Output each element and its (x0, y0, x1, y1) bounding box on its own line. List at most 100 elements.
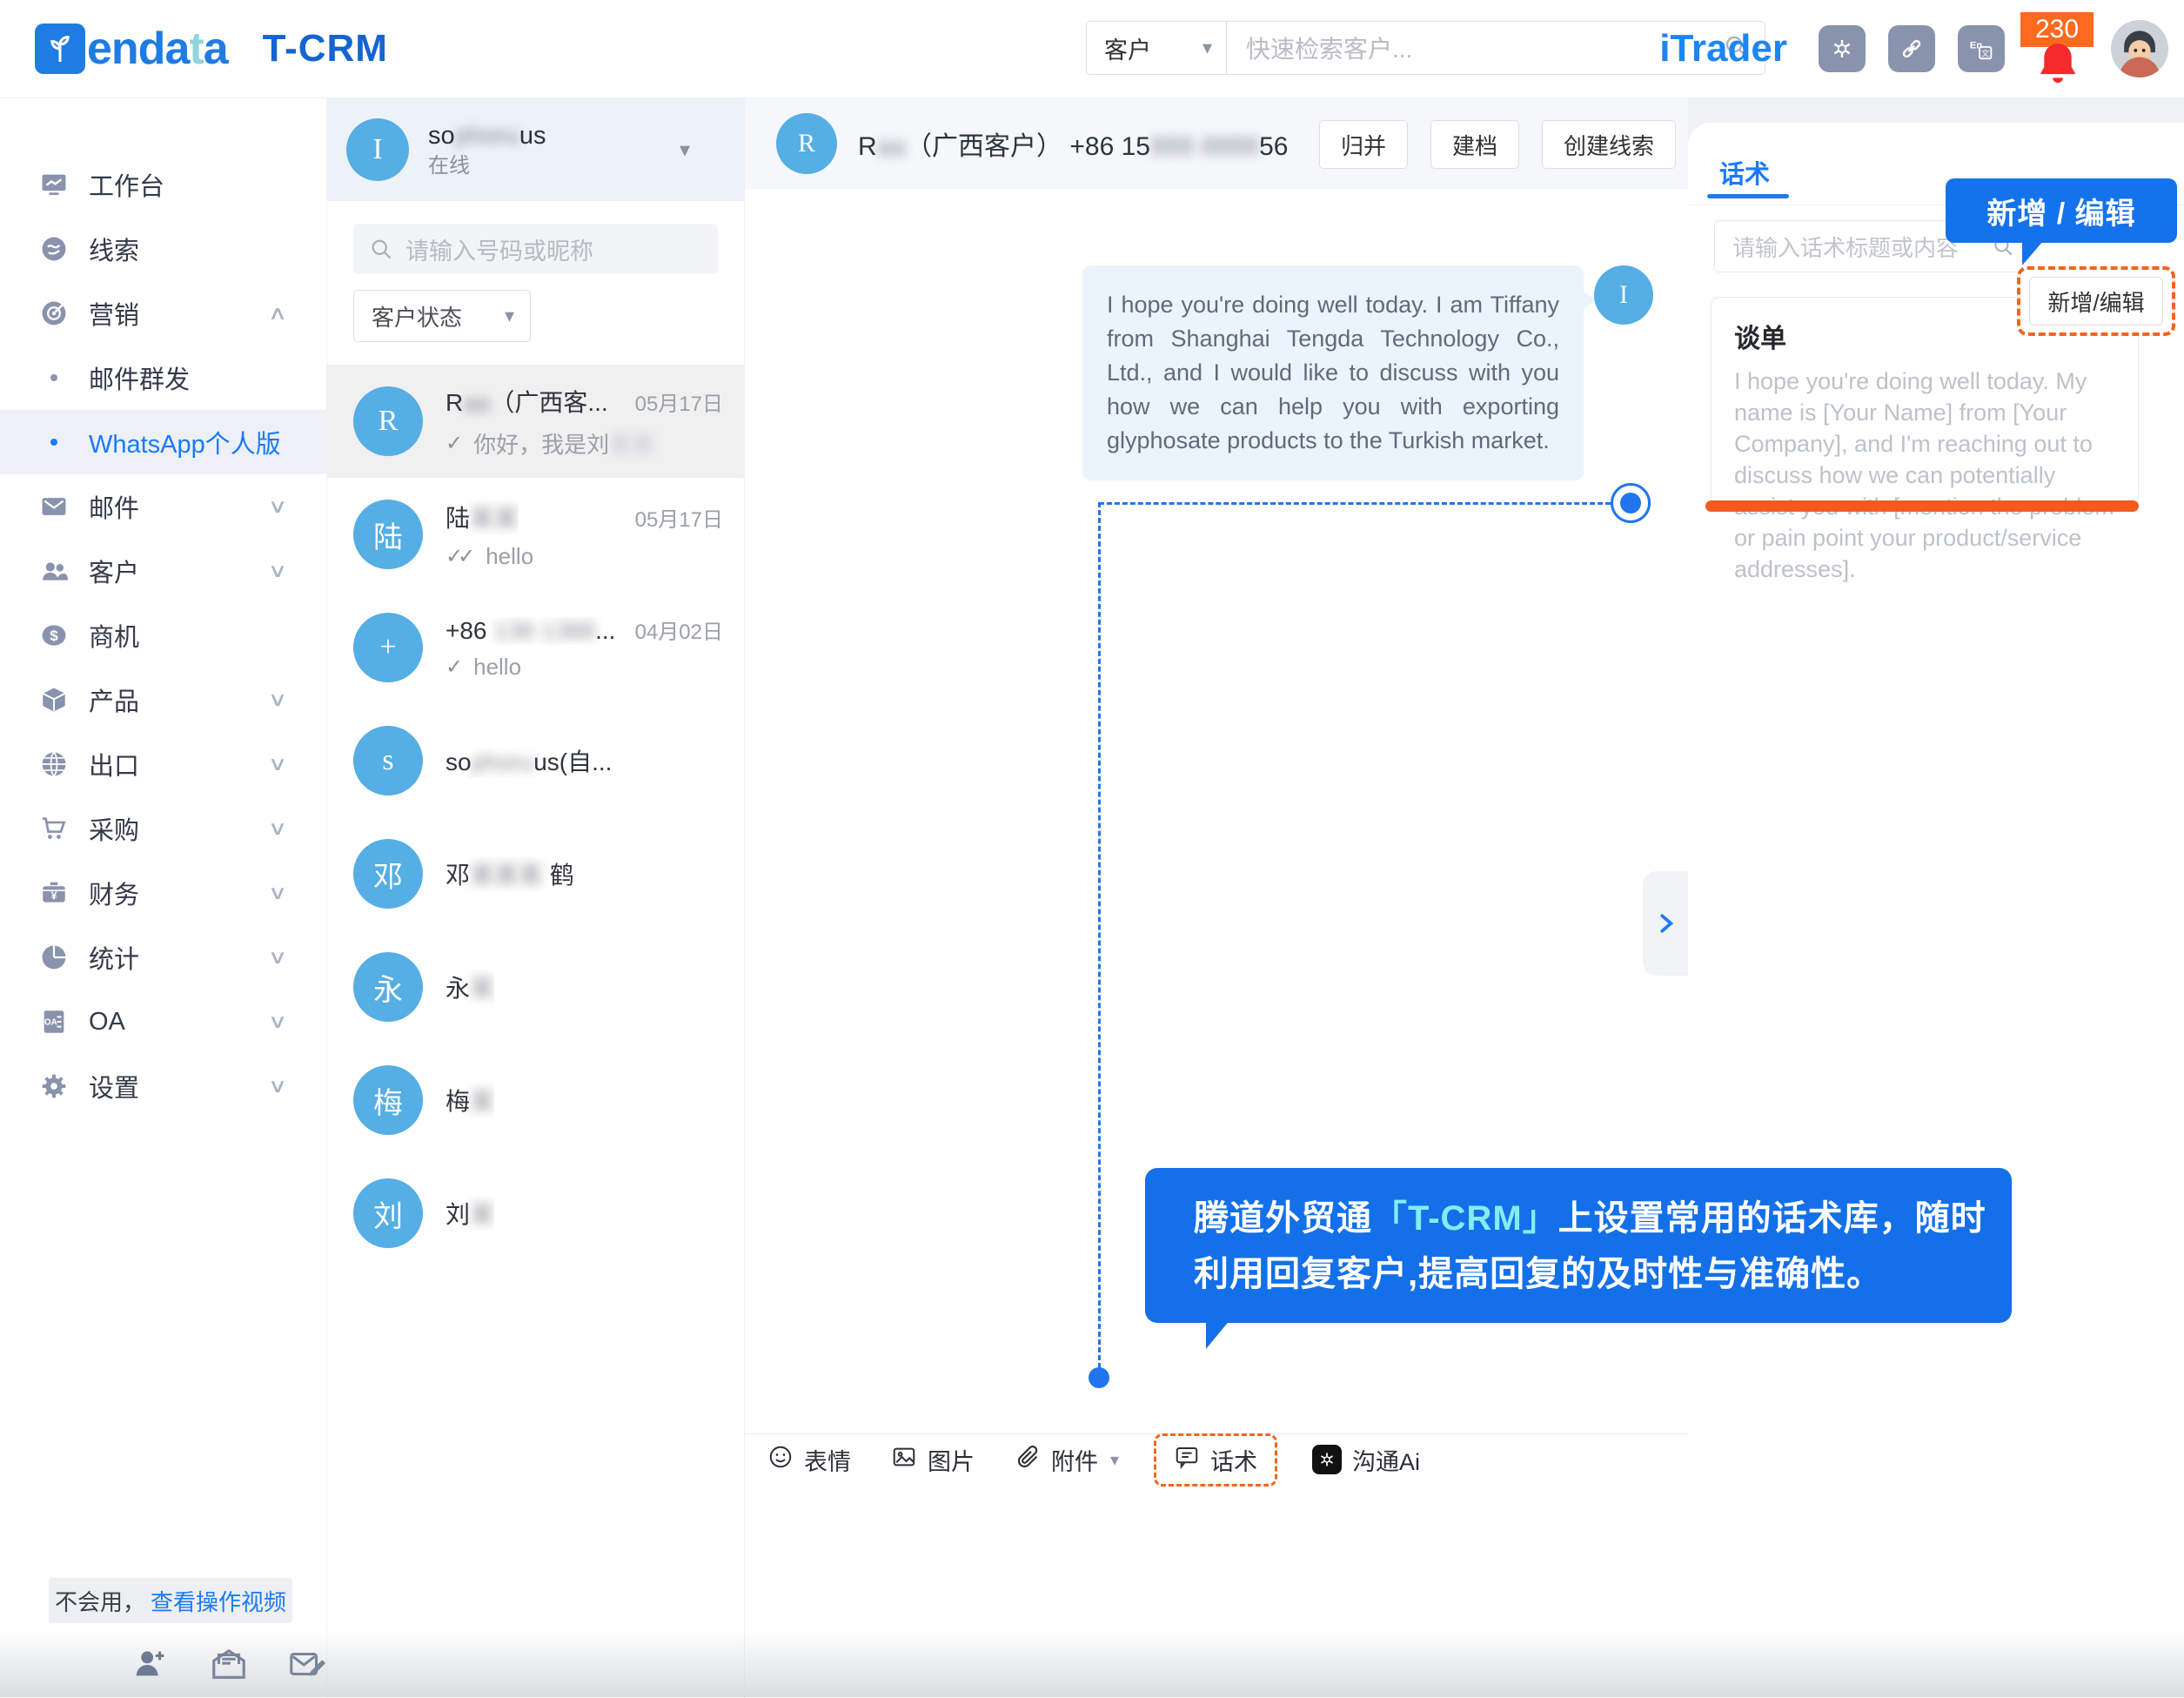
oa-icon: OA (38, 1006, 70, 1037)
sidebar-item-marketing[interactable]: 营销∧ (0, 281, 326, 346)
chat-list-item[interactable]: 永永某 (327, 930, 744, 1044)
callout-line1: 腾道外贸通「T-CRM」上设置常用的话术库，随时 (1194, 1191, 2012, 1246)
chat-list-item[interactable]: ++86 138 1388...04月02日✓hello (327, 591, 744, 704)
contact-avatar: s (353, 726, 423, 795)
script-icon (1174, 1444, 1200, 1476)
svg-text:文: 文 (1981, 48, 1989, 57)
chevron-down-icon: ∨ (268, 817, 288, 840)
contact-avatar: 陆 (353, 500, 423, 569)
create-lead-button[interactable]: 创建线索 (1542, 120, 1676, 169)
help-box: 不会用， 查看操作视频 (49, 1578, 292, 1623)
annotation-dot (1089, 1367, 1109, 1388)
sidebar-item-label: 邮件 (89, 488, 139, 525)
attachment-tool-button[interactable]: 附件▾ (1015, 1443, 1119, 1477)
annotation-dashed-line-vertical (1098, 502, 1101, 1376)
chat-list-item[interactable]: ssophoruus(自... (327, 704, 744, 817)
sidebar-item-export[interactable]: 出口∨ (0, 732, 326, 796)
gpt-icon[interactable] (1819, 25, 1866, 72)
chat-list-item[interactable]: 邓邓某某某 鹤 (327, 817, 744, 930)
sidebar-item-mail[interactable]: 邮件∨ (0, 474, 326, 539)
chat-list-item[interactable]: 陆陆某某05月17日✓✓hello (327, 478, 744, 591)
svg-text:$: $ (50, 628, 58, 644)
sidebar-item-label: 统计 (89, 939, 139, 976)
sidebar-item-statistics[interactable]: 统计∨ (0, 925, 326, 990)
sidebar-item-label: 营销 (89, 295, 139, 332)
sidebar-item-procurement[interactable]: 采购 ∨ (0, 796, 326, 861)
annotation-dashed-line-horizontal (1099, 502, 1611, 505)
contact-name: 陆某某 (446, 500, 519, 534)
account-header[interactable]: I sophoruus 在线 ▾ (327, 98, 744, 201)
help-prefix: 不会用， (55, 1585, 145, 1617)
openai-icon (1312, 1445, 1342, 1474)
open-mail-icon[interactable] (209, 1644, 249, 1688)
sidebar-item-label: 采购 (89, 810, 139, 847)
notifications[interactable]: 230 (2027, 12, 2088, 92)
sidebar-item-product[interactable]: 产品∨ (0, 668, 326, 732)
chat-list-item[interactable]: 刘刘某 (327, 1157, 744, 1270)
sidebar-item-label: 线索 (89, 231, 139, 267)
sidebar-item-label: OA (89, 1008, 125, 1037)
svg-text:¥: ¥ (50, 889, 57, 903)
sidebar-item-label: 财务 (89, 875, 139, 911)
user-avatar[interactable] (2111, 20, 2168, 77)
account-dropdown-icon[interactable]: ▾ (680, 138, 690, 163)
tab-underline (1707, 194, 1789, 198)
dropdown-arrow-icon: ▾ (505, 305, 514, 327)
sidebar-item-leads[interactable]: 线索 (0, 217, 326, 281)
chat-list-item[interactable]: 梅梅某 (327, 1044, 744, 1157)
finance-icon: ¥ (38, 877, 70, 909)
merge-button[interactable]: 归并 (1319, 120, 1408, 169)
statistics-icon (38, 942, 70, 973)
dropdown-arrow-icon: ▾ (1110, 1449, 1119, 1471)
sidebar-item-label: 出口 (89, 746, 139, 782)
sidebar-item-whatsapp-personal[interactable]: WhatsApp个人版 (0, 410, 326, 474)
tab-script[interactable]: 话术 (1719, 154, 1770, 191)
compose-mail-icon[interactable] (287, 1644, 327, 1688)
header-right: iTrader En文 230 (1659, 0, 2168, 97)
emoji-tool-button[interactable]: 表情 (767, 1443, 851, 1477)
bullet-icon (50, 439, 57, 446)
search-icon (369, 237, 393, 261)
add-edit-button[interactable]: 新增/编辑 (2029, 277, 2163, 326)
sidebar-item-customers[interactable]: 客户∨ (0, 539, 326, 603)
link-icon[interactable] (1888, 25, 1935, 72)
search-category-select[interactable]: 客户 ▾ (1086, 21, 1226, 75)
app-title: T-CRM (263, 27, 388, 70)
contact-title: Raa（广西客户） +86 15888 888856 (858, 124, 1289, 163)
sidebar-item-opportunity[interactable]: $ 商机 (0, 603, 326, 668)
sidebar-item-label: 设置 (89, 1068, 139, 1104)
sidebar-item-mail-bulk[interactable]: 邮件群发 (0, 346, 326, 410)
archive-button[interactable]: 建档 (1430, 120, 1519, 169)
sidebar-item-finance[interactable]: ¥ 财务 ∨ (0, 861, 326, 925)
chevron-down-icon: ∨ (268, 1075, 288, 1097)
svg-text:OA: OA (44, 1018, 57, 1028)
contact-avatar: 梅 (353, 1065, 423, 1135)
annotation-ring-dot (1611, 483, 1651, 523)
chevron-down-icon: ∨ (268, 882, 288, 904)
customer-status-filter[interactable]: 客户状态 ▾ (353, 290, 531, 342)
add-contact-icon[interactable] (131, 1644, 171, 1688)
sidebar-item-workbench[interactable]: 工作台 (0, 152, 326, 217)
sidebar-item-label: 商机 (89, 617, 139, 654)
sidebar-item-oa[interactable]: OAOA∨ (0, 990, 326, 1054)
contact-search-input[interactable]: 请输入号码或昵称 (353, 224, 718, 274)
sidebar-item-label: 产品 (89, 681, 139, 718)
watch-video-link[interactable]: 查看操作视频 (151, 1585, 286, 1617)
contact-name: 梅某 (446, 1083, 494, 1117)
contact-search-placeholder: 请输入号码或昵称 (405, 232, 593, 266)
chat-list-column: I sophoruus 在线 ▾ 请输入号码或昵称 客户状态 ▾ RRaa（广西… (327, 98, 745, 1698)
sidebar-item-settings[interactable]: 设置 ∨ (0, 1054, 326, 1118)
chat-list-item[interactable]: RRaa（广西客...05月17日✓你好，我是刘某某 (327, 365, 744, 478)
logo-text: endata (87, 23, 228, 75)
marketing-icon (38, 298, 70, 329)
mail-icon (38, 491, 70, 522)
main-layout: 工作台线索营销∧邮件群发WhatsApp个人版邮件∨客户∨$商机产品∨出口∨采购… (0, 98, 2184, 1698)
translate-icon[interactable]: En文 (1958, 25, 2005, 72)
contact-avatar: 邓 (353, 839, 423, 909)
last-message-preview: hello (486, 543, 533, 570)
contact-name: 邓某某某 鹤 (446, 856, 574, 891)
script-tool-button[interactable]: 话术 (1154, 1433, 1277, 1487)
ai-tool-button[interactable]: 沟通Ai (1312, 1443, 1420, 1477)
image-tool-button[interactable]: 图片 (891, 1443, 975, 1477)
panel-collapse-handle[interactable] (1643, 871, 1688, 976)
